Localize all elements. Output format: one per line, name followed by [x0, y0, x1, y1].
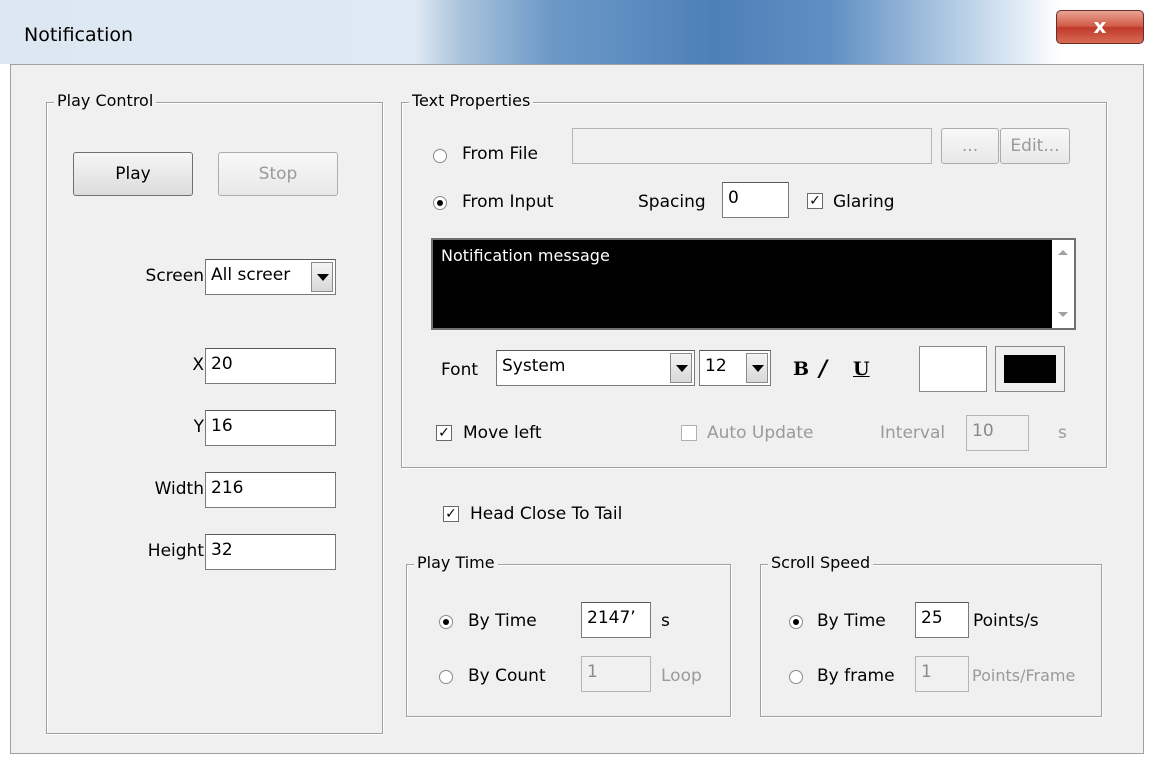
scroll-speed-group: Scroll Speed [760, 553, 1102, 717]
glaring-checkbox[interactable]: ✓ [807, 193, 823, 209]
window-title: Notification [24, 24, 134, 46]
message-scrollbar[interactable] [1052, 240, 1074, 328]
screen-select[interactable]: All screer [205, 259, 336, 295]
glaring-label: Glaring [833, 192, 895, 212]
height-field[interactable]: 32 [205, 534, 336, 570]
auto-update-checkbox[interactable] [681, 425, 697, 441]
font-select-value: System [502, 356, 566, 376]
interval-label: Interval [880, 423, 946, 443]
underline-button[interactable]: U [853, 358, 870, 380]
move-left-checkbox[interactable]: ✓ [436, 425, 452, 441]
play-time-legend: Play Time [414, 553, 498, 572]
interval-unit: s [1058, 423, 1067, 443]
scroll-by-time-label: By Time [817, 611, 886, 631]
height-label: Height [147, 541, 204, 561]
play-by-count-unit: Loop [661, 666, 702, 686]
head-close-checkbox[interactable]: ✓ [443, 506, 459, 522]
y-label: Y [193, 417, 204, 437]
close-button[interactable]: x [1056, 10, 1144, 44]
stop-button[interactable]: Stop [218, 152, 338, 196]
scroll-by-time-radio[interactable] [789, 615, 803, 629]
scroll-by-frame-unit: Points/Frame [972, 666, 1076, 685]
message-text: Notification message [441, 246, 610, 265]
scroll-by-frame-field[interactable]: 1 [915, 656, 969, 692]
font-label: Font [441, 360, 479, 380]
move-left-label: Move left [463, 423, 542, 443]
back-color-button[interactable] [995, 346, 1065, 392]
scroll-speed-legend: Scroll Speed [768, 553, 874, 572]
scroll-by-frame-label: By frame [817, 666, 895, 686]
screen-select-value: All screer [211, 265, 291, 285]
text-properties-legend: Text Properties [409, 91, 534, 110]
chevron-down-icon[interactable] [746, 353, 768, 383]
close-icon: x [1093, 14, 1107, 38]
play-by-time-field[interactable]: 2147’ [581, 602, 651, 638]
scroll-by-time-field[interactable]: 25 [915, 602, 969, 638]
auto-update-label: Auto Update [707, 423, 814, 443]
italic-button[interactable]: / [819, 356, 827, 382]
file-path-field[interactable] [572, 128, 932, 164]
chevron-down-icon[interactable] [311, 262, 333, 292]
play-by-time-unit: s [661, 611, 670, 631]
x-field[interactable]: 20 [205, 348, 336, 384]
scroll-by-time-unit: Points/s [973, 611, 1039, 631]
spacing-field[interactable]: 0 [722, 182, 789, 218]
spacing-label: Spacing [638, 192, 706, 212]
browse-button[interactable]: ... [941, 128, 999, 164]
width-label: Width [154, 479, 204, 499]
play-by-time-label: By Time [468, 611, 537, 631]
play-by-count-field[interactable]: 1 [581, 656, 651, 692]
interval-field[interactable]: 10 [966, 415, 1029, 451]
y-field[interactable]: 16 [205, 410, 336, 446]
play-by-count-label: By Count [468, 666, 546, 686]
from-file-label: From File [462, 144, 538, 164]
notification-dialog: Notification x Play Control Play Stop Sc… [0, 0, 1153, 762]
font-size-select[interactable]: 12 [699, 350, 771, 386]
play-button[interactable]: Play [73, 152, 193, 196]
screen-label: Screen [145, 266, 204, 286]
width-field[interactable]: 216 [205, 472, 336, 508]
scroll-down-icon[interactable] [1058, 312, 1068, 317]
scroll-up-icon[interactable] [1058, 250, 1068, 255]
font-size-value: 12 [705, 356, 727, 376]
play-control-legend: Play Control [54, 91, 157, 110]
from-input-radio[interactable] [433, 196, 447, 210]
dialog-client-area: Play Control Play Stop Screen All screer… [10, 64, 1144, 754]
message-textarea[interactable]: Notification message [431, 238, 1076, 330]
fore-color-swatch[interactable] [919, 346, 987, 392]
play-by-time-radio[interactable] [439, 615, 453, 629]
from-file-radio[interactable] [433, 149, 447, 163]
x-label: X [192, 355, 204, 375]
chevron-down-icon[interactable] [670, 353, 692, 383]
play-time-group: Play Time [406, 553, 731, 717]
font-select[interactable]: System [496, 350, 695, 386]
bold-button[interactable]: B [793, 358, 809, 380]
head-close-label: Head Close To Tail [470, 504, 623, 524]
title-bar[interactable]: Notification x [0, 0, 1153, 64]
edit-button[interactable]: Edit... [1000, 128, 1070, 164]
back-color-swatch [1004, 355, 1056, 383]
play-by-count-radio[interactable] [439, 670, 453, 684]
scroll-by-frame-radio[interactable] [789, 670, 803, 684]
from-input-label: From Input [462, 192, 554, 212]
